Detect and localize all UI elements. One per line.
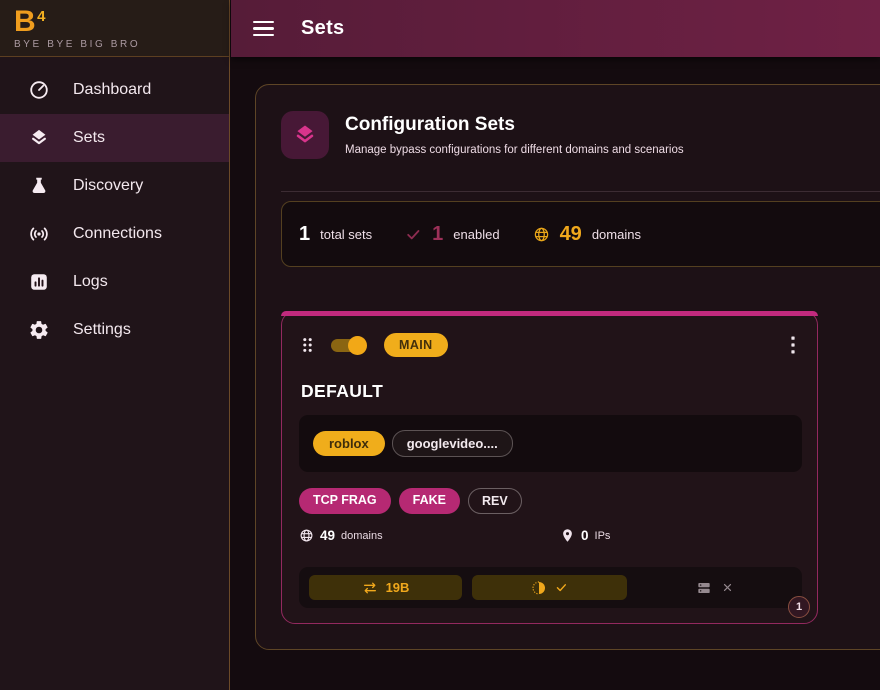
set-card-default: MAIN DEFAULT roblox googlevideo.... TCP … [281,311,818,624]
sidebar: B4 BYE BYE BIG BRO Dashboard Sets [0,0,230,690]
enabled-label: enabled [453,227,499,242]
server-icon [696,580,712,596]
sidebar-item-sets[interactable]: Sets [0,114,229,162]
card-ips-label: IPs [595,530,611,542]
sidebar-item-logs[interactable]: Logs [0,258,229,306]
menu-icon[interactable] [253,21,274,37]
stat-domains: 49 domains [533,223,641,246]
drag-handle-icon[interactable] [301,336,314,354]
brand-superscript: 4 [37,8,45,25]
enabled-value: 1 [432,223,443,246]
check-icon [555,581,568,594]
sidebar-item-label: Logs [73,273,108,291]
total-sets-value: 1 [299,223,310,246]
flask-icon [28,175,50,197]
brand-letter: B [14,5,36,38]
dns-status[interactable] [637,580,792,596]
bar-chart-icon [28,271,50,293]
sidebar-item-label: Connections [73,225,162,243]
card-ips-value: 0 [581,528,589,543]
contrast-icon [531,580,547,596]
domain-chips-box: roblox googlevideo.... [299,415,802,472]
set-enabled-toggle[interactable] [331,336,367,355]
x-icon [721,581,734,594]
card-actions-bar: 19B [299,567,802,608]
domains-value: 49 [560,223,582,246]
sidebar-item-discovery[interactable]: Discovery [0,162,229,210]
card-accent-bar [281,311,818,316]
sidebar-item-label: Settings [73,321,131,339]
tag-tcp-frag: TCP FRAG [299,488,391,514]
stats-bar: 1 total sets 1 enabled 49 domains [281,201,880,267]
set-name: DEFAULT [301,381,383,402]
sidebar-item-dashboard[interactable]: Dashboard [0,66,229,114]
sidebar-item-connections[interactable]: Connections [0,210,229,258]
gauge-icon [28,79,50,101]
page-header-title: Sets [301,17,344,40]
main-badge[interactable]: MAIN [384,333,448,357]
check-icon [405,226,422,243]
sidebar-item-label: Discovery [73,177,143,195]
sidebar-item-label: Sets [73,129,105,147]
status-button[interactable] [472,575,627,600]
sidebar-item-settings[interactable]: Settings [0,306,229,354]
globe-icon [533,226,550,243]
card-header-row: MAIN [301,333,800,357]
top-bar: Sets [231,0,880,57]
gear-icon [28,319,50,341]
tag-rev: REV [468,488,522,514]
toggle-thumb [348,336,367,355]
card-domains-label: domains [341,530,383,542]
brand-tagline: BYE BYE BIG BRO [14,39,229,50]
panel-header: Configuration Sets Manage bypass configu… [281,111,684,159]
layers-icon [281,111,329,159]
stat-enabled: 1 enabled [405,223,499,246]
domains-label: domains [592,227,641,242]
card-domains-value: 49 [320,528,335,543]
traffic-button[interactable]: 19B [309,575,462,600]
location-pin-icon [560,528,575,543]
broadcast-icon [28,223,50,245]
page-subtitle: Manage bypass configurations for differe… [345,144,684,156]
total-sets-label: total sets [320,227,372,242]
domain-chip-roblox[interactable]: roblox [313,431,385,456]
sidebar-nav: Dashboard Sets Discovery [0,57,229,354]
kebab-menu-icon[interactable] [786,334,800,356]
sidebar-item-label: Dashboard [73,81,151,99]
traffic-label: 19B [386,580,410,595]
configuration-sets-panel: Configuration Sets Manage bypass configu… [255,84,880,650]
brand-logo[interactable]: B4 BYE BYE BIG BRO [0,0,229,57]
tag-fake: FAKE [399,488,460,514]
set-index-badge: 1 [788,596,810,618]
divider [281,191,880,192]
globe-icon [299,528,314,543]
strategy-tags-row: TCP FRAG FAKE REV [299,488,522,514]
page-title: Configuration Sets [345,114,684,136]
swap-arrows-icon [362,580,378,596]
stat-total-sets: 1 total sets [299,223,372,246]
layers-icon [28,127,50,149]
card-domains-count: 49 domains [299,528,383,543]
domain-chip-googlevideo[interactable]: googlevideo.... [392,430,513,457]
card-ips-count: 0 IPs [560,528,610,543]
